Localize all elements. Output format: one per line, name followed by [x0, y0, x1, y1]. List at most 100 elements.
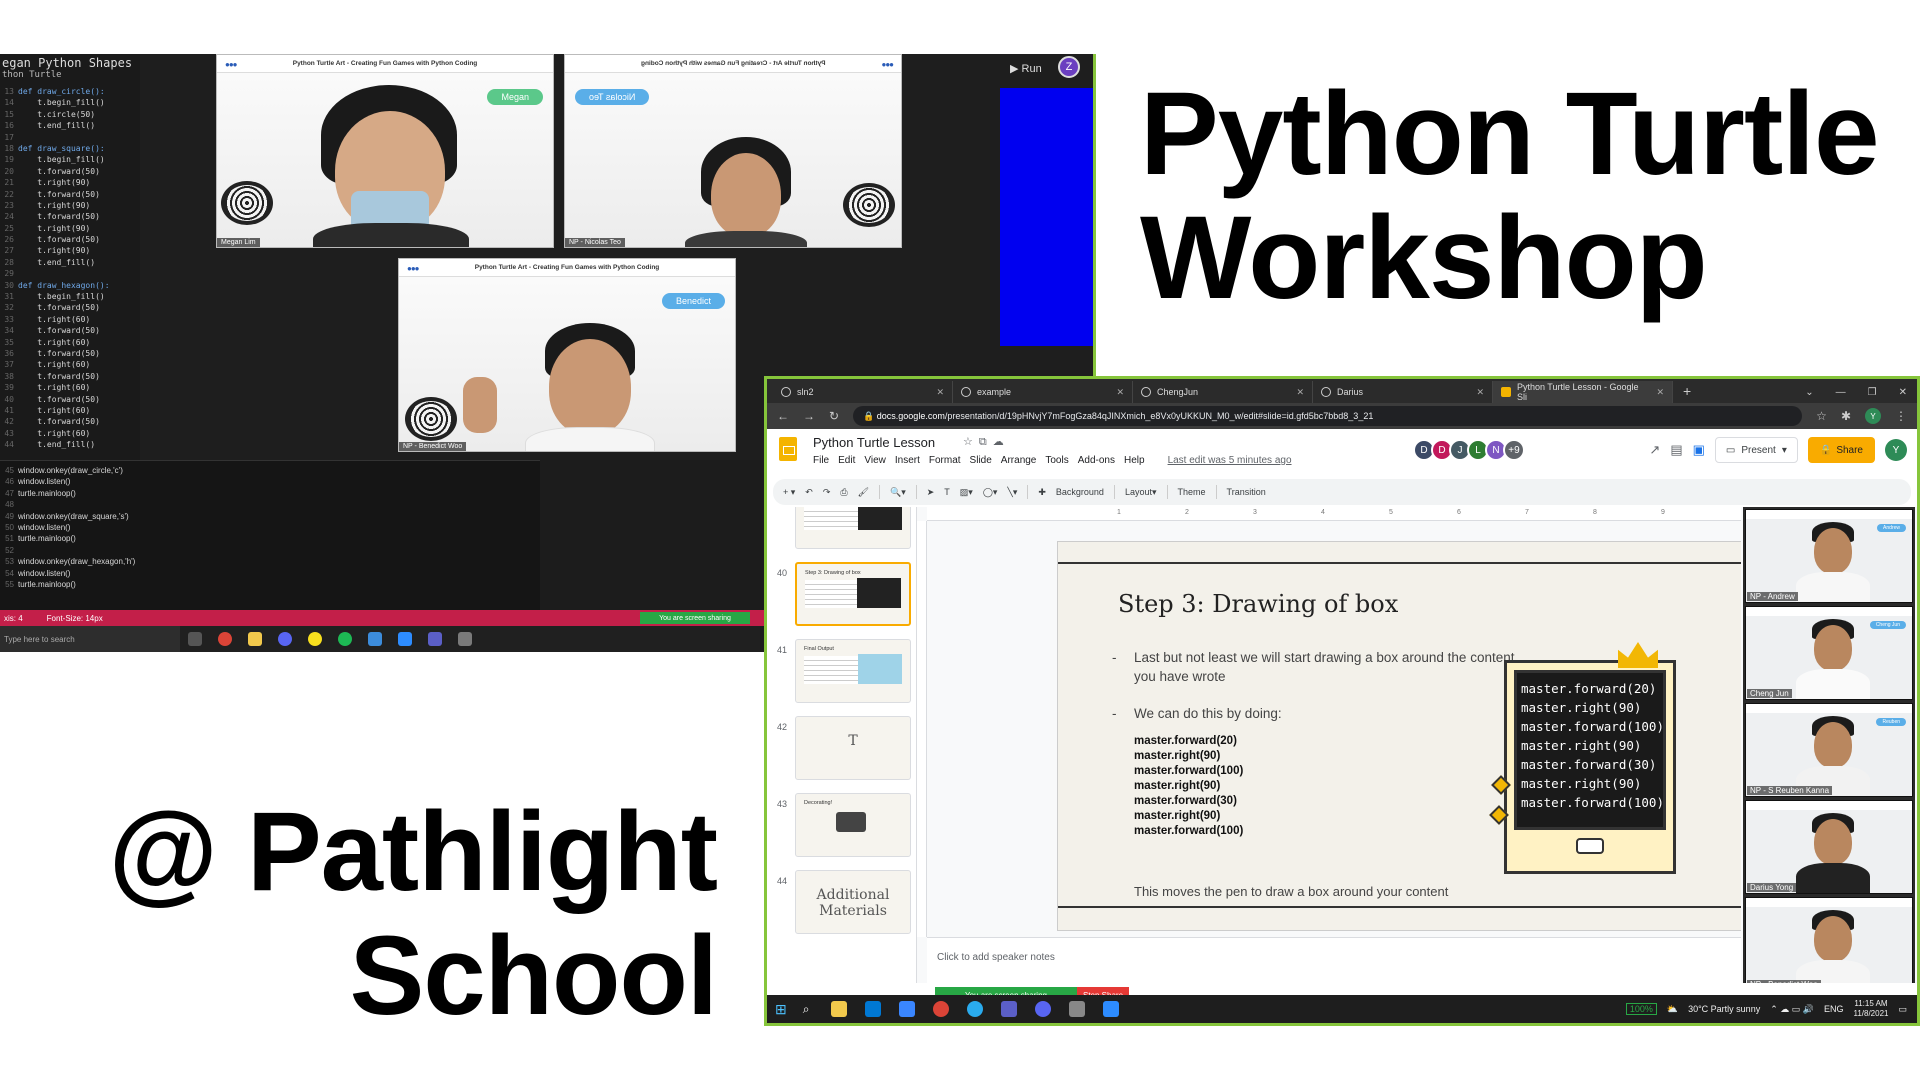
filmstrip-item[interactable]: 42 T: [767, 716, 916, 788]
participant-tile[interactable]: Andrew NP - Andrew: [1745, 509, 1913, 603]
weather-icon[interactable]: ⛅: [1667, 1004, 1678, 1015]
menu-arrange[interactable]: Arrange: [1001, 455, 1037, 466]
present-button[interactable]: ▭ Present ▾: [1714, 437, 1798, 463]
participant-tile[interactable]: Darius Yong: [1745, 800, 1913, 894]
filmstrip-item[interactable]: Step 2: Writing your name: [767, 507, 916, 557]
close-tab-icon[interactable]: ✕: [1296, 387, 1304, 398]
run-button[interactable]: ▶ Run: [1010, 62, 1042, 75]
close-tab-icon[interactable]: ✕: [1116, 387, 1124, 398]
slide-thumbnail[interactable]: T: [795, 716, 911, 780]
filmstrip-item[interactable]: 43 Decorating!: [767, 793, 916, 865]
browser-tab[interactable]: sln2 ✕: [773, 381, 953, 403]
comments-icon[interactable]: ▤: [1670, 442, 1682, 458]
video-icon[interactable]: [398, 632, 412, 646]
task-view-icon[interactable]: [188, 632, 202, 646]
slides-logo-icon[interactable]: [779, 437, 797, 461]
share-button[interactable]: 🔒 Share: [1807, 437, 1875, 463]
app-icon-2[interactable]: [458, 632, 472, 646]
back-icon[interactable]: ←: [777, 409, 789, 423]
redo-icon[interactable]: ↷: [823, 487, 831, 498]
background-button[interactable]: Background: [1056, 487, 1104, 497]
slide-thumbnail[interactable]: Additional Materials: [795, 870, 911, 934]
teams-icon[interactable]: [1001, 1001, 1018, 1017]
participant-tile[interactable]: NP - Benedict Woo: [1745, 897, 1913, 991]
star-icon[interactable]: ☆: [963, 436, 979, 448]
reload-icon[interactable]: ↻: [829, 409, 839, 423]
menu-tools[interactable]: Tools: [1045, 455, 1068, 466]
shape-icon[interactable]: ◯▾: [983, 487, 998, 498]
teams-icon[interactable]: [428, 632, 442, 646]
minimize-icon[interactable]: —: [1836, 387, 1846, 398]
menu-edit[interactable]: Edit: [838, 455, 855, 466]
app-l-icon[interactable]: [899, 1001, 916, 1017]
filmstrip-item[interactable]: 44 Additional Materials: [767, 870, 916, 942]
menu-file[interactable]: File: [813, 455, 829, 466]
layout-button[interactable]: Layout▾: [1125, 487, 1157, 498]
weather-text[interactable]: 30°C Partly sunny: [1688, 1004, 1760, 1014]
maximize-icon[interactable]: ❐: [1868, 387, 1877, 398]
current-slide[interactable]: Step 3: Drawing of box - Last but not lea…: [1057, 541, 1741, 931]
speaker-notes[interactable]: Click to add speaker notes: [927, 937, 1741, 983]
theme-button[interactable]: Theme: [1178, 487, 1206, 497]
browser-tab[interactable]: example ✕: [953, 381, 1133, 403]
select-icon[interactable]: ➤: [927, 487, 935, 498]
browser-tab[interactable]: ChengJun ✕: [1133, 381, 1313, 403]
browser-tab[interactable]: Python Turtle Lesson - Google Sli ✕: [1493, 381, 1673, 403]
comment-icon[interactable]: ✚: [1038, 487, 1046, 498]
notification-icon[interactable]: ▭: [1898, 1004, 1907, 1015]
avatar[interactable]: Z: [1058, 56, 1080, 78]
profile-avatar[interactable]: Y: [1865, 408, 1881, 424]
slide-thumbnail[interactable]: Step 2: Writing your name: [795, 507, 911, 549]
last-edit-link[interactable]: Last edit was 5 minutes ago: [1168, 455, 1292, 466]
clock[interactable]: 11:15 AM 11/8/2021: [1853, 999, 1888, 1019]
screen-sharing-indicator[interactable]: You are screen sharing: [640, 612, 750, 624]
menu-insert[interactable]: Insert: [895, 455, 920, 466]
more-icon[interactable]: ⋮: [1895, 409, 1907, 423]
zoom-icon[interactable]: [1103, 1001, 1120, 1017]
print-icon[interactable]: ⎙: [840, 487, 847, 498]
menu-view[interactable]: View: [864, 455, 886, 466]
meet-icon[interactable]: ▣: [1693, 442, 1705, 458]
language[interactable]: ENG: [1824, 1004, 1844, 1014]
url-field[interactable]: 🔒 docs.google.com/presentation/d/19pHNvj…: [853, 406, 1803, 426]
extensions-icon[interactable]: ✱: [1841, 409, 1851, 423]
more-collaborators[interactable]: +9: [1503, 439, 1525, 461]
mail-icon[interactable]: [865, 1001, 882, 1017]
folder-icon[interactable]: [248, 632, 262, 646]
move-icon[interactable]: ⧉: [979, 436, 993, 448]
video-tile-megan[interactable]: ●●● Python Turtle Art - Creating Fun Game…: [216, 54, 554, 248]
windows-start-icon[interactable]: ⊞: [775, 1001, 787, 1018]
undo-icon[interactable]: ↶: [805, 487, 813, 498]
participant-tile[interactable]: Reuben NP - S Reuben Kanna: [1745, 703, 1913, 797]
paint-format-icon[interactable]: 🖌: [858, 487, 869, 498]
add-icon[interactable]: + ▾: [783, 487, 795, 498]
menu-slide[interactable]: Slide: [970, 455, 992, 466]
activity-icon[interactable]: ↗: [1649, 442, 1660, 458]
forward-icon[interactable]: →: [803, 409, 815, 423]
slide-canvas[interactable]: Step 3: Drawing of box - Last but not lea…: [927, 521, 1741, 937]
slide-thumbnail[interactable]: Decorating!: [795, 793, 911, 857]
slide-filmstrip[interactable]: Step 2: Writing your name 40 Step 3: Drawi…: [767, 507, 917, 983]
app-icon[interactable]: [308, 632, 322, 646]
spotify-icon[interactable]: [338, 632, 352, 646]
chrome-icon[interactable]: [218, 632, 232, 646]
new-tab-icon[interactable]: +: [1673, 383, 1701, 403]
folder-icon[interactable]: [831, 1001, 848, 1017]
image-icon[interactable]: ▨▾: [960, 487, 973, 498]
close-tab-icon[interactable]: ✕: [936, 387, 944, 398]
app-icon[interactable]: [1069, 1001, 1086, 1017]
close-tab-icon[interactable]: ✕: [1476, 387, 1484, 398]
zoom-icon[interactable]: 🔍▾: [890, 487, 906, 498]
tray-icons[interactable]: ⌃ ☁ ▭ 🔊: [1770, 1004, 1814, 1015]
chevron-down-icon[interactable]: ⌄: [1805, 387, 1813, 398]
cloud-icon[interactable]: ☁: [993, 436, 1010, 448]
menu-format[interactable]: Format: [929, 455, 961, 466]
telegram-icon[interactable]: [967, 1001, 984, 1017]
zoom-icon[interactable]: [368, 632, 382, 646]
transition-button[interactable]: Transition: [1227, 487, 1266, 497]
search-icon[interactable]: ⌕: [803, 1002, 810, 1017]
doc-title[interactable]: Python Turtle Lesson: [813, 435, 935, 450]
slide-thumbnail[interactable]: Step 3: Drawing of box: [795, 562, 911, 626]
filmstrip-item[interactable]: 41 Final Output: [767, 639, 916, 711]
browser-tab[interactable]: Darius ✕: [1313, 381, 1493, 403]
